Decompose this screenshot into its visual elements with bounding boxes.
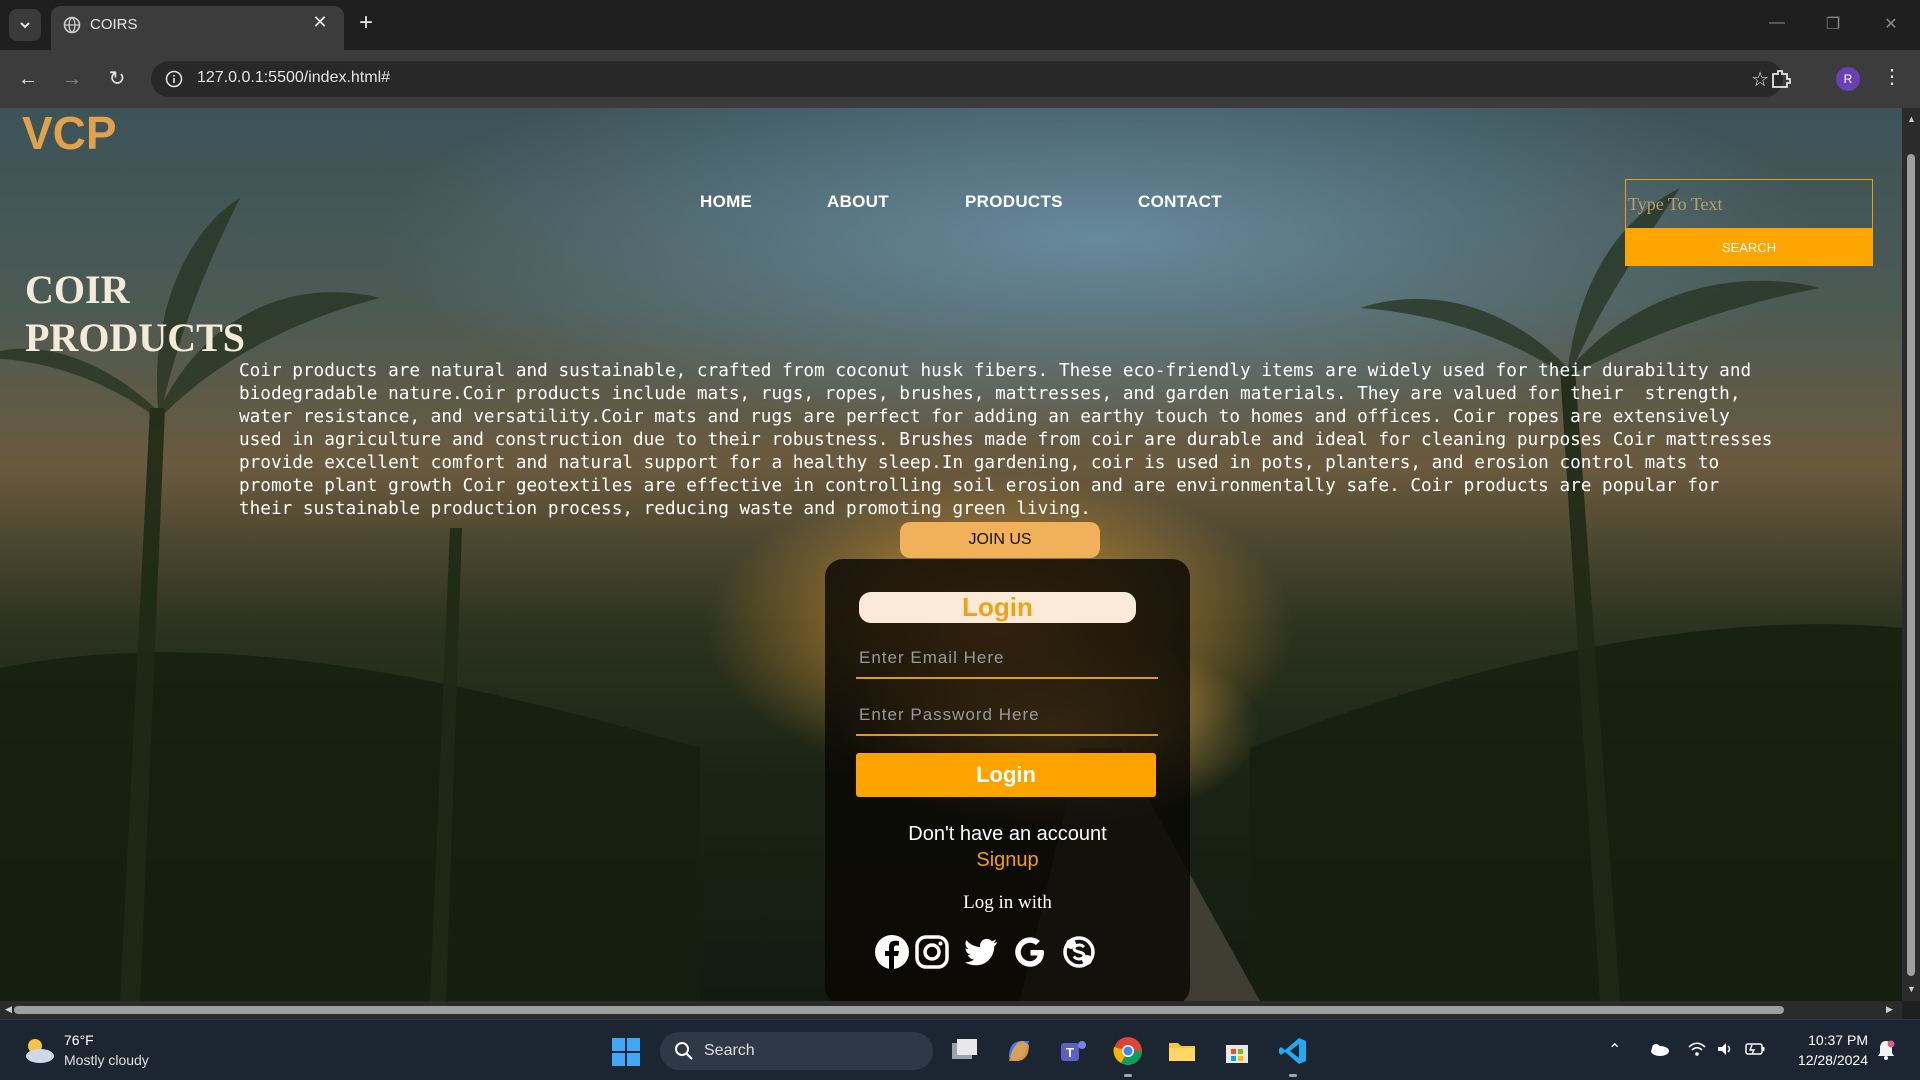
battery-icon[interactable] (1744, 1040, 1766, 1058)
notification-bell-icon[interactable] (1876, 1039, 1896, 1061)
skype-icon[interactable] (1061, 934, 1097, 970)
horizontal-scroll-thumb[interactable] (14, 1006, 1784, 1014)
new-tab-button[interactable]: + (354, 11, 378, 36)
login-card: Login Login Don't have an account Signup… (825, 559, 1190, 1001)
weather-description[interactable]: Mostly cloudy (64, 1052, 149, 1068)
join-us-button[interactable]: JOIN US (900, 522, 1100, 558)
taskbar-search[interactable]: Search (660, 1032, 933, 1070)
bookmark-star-icon[interactable]: ☆ (1751, 67, 1769, 92)
taskbar: 76°F Mostly cloudy Search T ⌃ 10:37 PM 1… (0, 1019, 1920, 1080)
profile-avatar[interactable]: R (1836, 67, 1860, 91)
reload-icon[interactable]: ↻ (104, 66, 130, 92)
browser-toolbar: ← → ↻ 127.0.0.1:5500/index.html# ☆ R ⋮ (0, 50, 1920, 108)
tab-title: COIRS (90, 16, 138, 33)
address-bar[interactable]: 127.0.0.1:5500/index.html# ☆ (151, 61, 1783, 97)
windows-start-icon[interactable] (611, 1037, 641, 1067)
login-heading: Login (859, 592, 1136, 623)
nav-about[interactable]: ABOUT (827, 192, 889, 212)
globe-icon (63, 16, 81, 34)
svg-text:T: T (1066, 1045, 1074, 1060)
weather-temperature[interactable]: 76°F (64, 1032, 94, 1048)
vertical-scroll-thumb[interactable] (1907, 154, 1915, 976)
search-button[interactable]: SEARCH (1625, 228, 1873, 266)
hero-title: COIR PRODUCTS (25, 267, 246, 360)
horizontal-scrollbar[interactable]: ◀ ▶ (0, 1001, 1902, 1019)
nav-home[interactable]: HOME (700, 192, 752, 212)
email-field[interactable] (856, 639, 1158, 679)
extensions-icon[interactable] (1768, 66, 1794, 92)
forward-arrow-icon[interactable]: → (59, 66, 85, 92)
vertical-scrollbar[interactable]: ▲ ▼ (1902, 108, 1920, 1001)
url-text[interactable]: 127.0.0.1:5500/index.html# (197, 69, 390, 87)
search-input[interactable] (1625, 179, 1873, 229)
weather-cloud-icon[interactable] (20, 1034, 56, 1066)
chevron-down-icon (20, 22, 30, 29)
nav-contact[interactable]: CONTACT (1138, 192, 1222, 212)
vscode-icon[interactable] (1277, 1035, 1309, 1067)
vscode-running-indicator (1289, 1074, 1297, 1077)
wifi-icon[interactable] (1688, 1040, 1706, 1058)
more-menu-icon[interactable]: ⋮ (1882, 64, 1902, 89)
clock-time[interactable]: 10:37 PM (1788, 1032, 1868, 1048)
chrome-icon[interactable] (1112, 1035, 1144, 1067)
info-icon[interactable] (165, 70, 183, 88)
volume-icon[interactable] (1716, 1040, 1734, 1058)
task-view-icon[interactable] (948, 1035, 980, 1067)
copilot-icon[interactable] (1003, 1035, 1035, 1067)
restore-icon[interactable]: ❐ (1822, 14, 1844, 34)
file-explorer-icon[interactable] (1166, 1035, 1198, 1067)
signup-link[interactable]: Signup (825, 849, 1190, 872)
taskbar-search-label: Search (704, 1042, 755, 1059)
no-account-text: Don't have an account (908, 823, 1107, 845)
twitter-icon[interactable] (963, 934, 999, 970)
close-window-icon[interactable]: ✕ (1880, 14, 1902, 34)
login-with-text: Log in with (963, 892, 1052, 913)
clock-date[interactable]: 12/28/2024 (1788, 1052, 1868, 1068)
chevron-up-icon[interactable]: ⌃ (1608, 1040, 1621, 1060)
onedrive-cloud-icon[interactable] (1648, 1042, 1670, 1056)
login-button[interactable]: Login (856, 753, 1156, 797)
instagram-icon[interactable] (914, 934, 950, 970)
nav-products[interactable]: PRODUCTS (965, 192, 1063, 212)
close-tab-icon[interactable]: ✕ (311, 13, 329, 31)
tab-search-button[interactable] (9, 9, 41, 41)
scroll-left-icon[interactable]: ◀ (5, 1004, 12, 1015)
scroll-right-icon[interactable]: ▶ (1886, 1004, 1893, 1015)
chrome-running-indicator (1124, 1074, 1132, 1077)
password-field[interactable] (856, 696, 1158, 736)
google-icon[interactable] (1012, 934, 1048, 970)
brand-logo[interactable]: VCP (22, 108, 117, 160)
search-icon (675, 1042, 693, 1060)
page-viewport: VCP HOME ABOUT PRODUCTS CONTACT SEARCH C… (0, 108, 1902, 1001)
microsoft-store-icon[interactable] (1221, 1035, 1253, 1067)
scroll-down-icon[interactable]: ▼ (1907, 984, 1916, 994)
facebook-icon[interactable] (874, 934, 910, 970)
teams-icon[interactable]: T (1057, 1035, 1089, 1067)
minimize-icon[interactable]: — (1766, 14, 1788, 34)
scroll-up-icon[interactable]: ▲ (1907, 114, 1916, 124)
hero-description: Coir products are natural and sustainabl… (239, 361, 1773, 519)
back-arrow-icon[interactable]: ← (15, 66, 41, 92)
tab-strip: COIRS ✕ + — ❐ ✕ (0, 0, 1920, 50)
